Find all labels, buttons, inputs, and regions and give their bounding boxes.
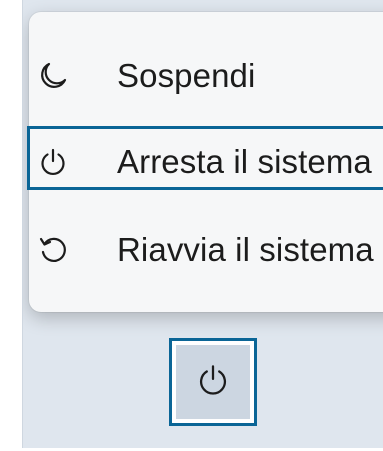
power-icon: [37, 146, 69, 178]
restart-icon: [37, 234, 69, 266]
power-menu: Sospendi Arresta il sistema Riavvia il s…: [27, 12, 383, 312]
menu-item-sleep[interactable]: Sospendi: [29, 44, 383, 108]
power-button[interactable]: [169, 338, 257, 426]
menu-item-restart[interactable]: Riavvia il sistema: [29, 218, 383, 282]
menu-item-shutdown[interactable]: Arresta il sistema: [29, 130, 383, 194]
menu-item-label: Arresta il sistema: [117, 143, 372, 180]
desktop-area: Sospendi Arresta il sistema Riavvia il s…: [22, 0, 383, 451]
menu-item-label: Riavvia il sistema: [117, 231, 374, 268]
power-button-surface: [176, 345, 250, 419]
moon-icon: [37, 60, 69, 92]
power-icon: [196, 363, 230, 402]
menu-item-label: Sospendi: [117, 57, 256, 94]
